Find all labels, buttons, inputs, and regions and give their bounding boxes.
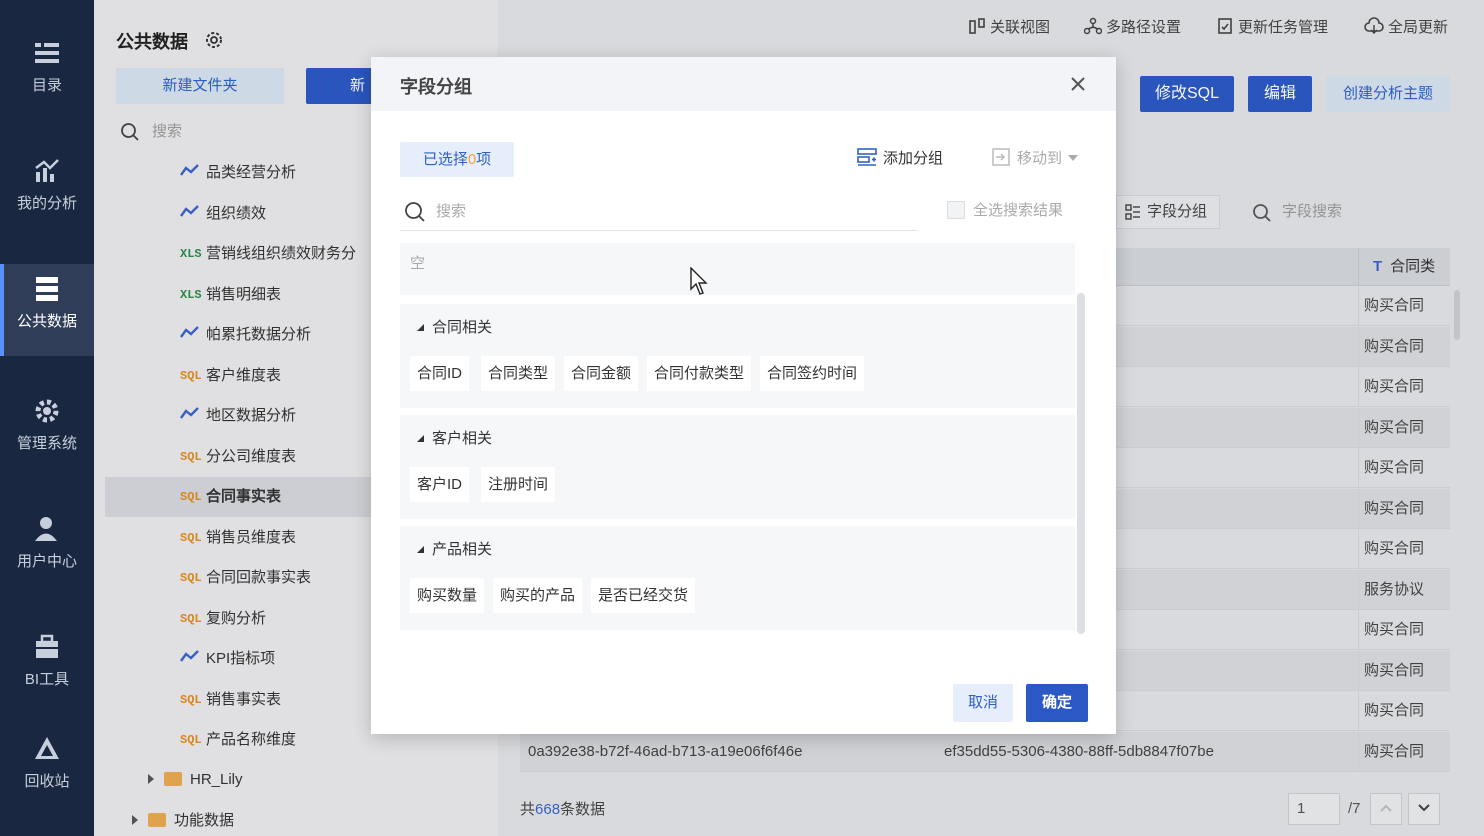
nav-catalog[interactable]: 目录 bbox=[0, 12, 94, 104]
selected-count-chip: 已选择0项 bbox=[400, 142, 514, 177]
field-chip[interactable]: 合同签约时间 bbox=[760, 356, 865, 391]
mouse-cursor-icon bbox=[690, 267, 708, 295]
dialog-search-input[interactable]: 搜索 bbox=[400, 195, 918, 231]
nav-label: 回收站 bbox=[24, 773, 70, 790]
toolbox-icon bbox=[36, 634, 58, 658]
nav-label: 管理系统 bbox=[16, 435, 77, 452]
collapse-caret-icon[interactable] bbox=[417, 546, 424, 553]
search-icon bbox=[405, 202, 425, 222]
field-chip[interactable]: 合同类型 bbox=[481, 356, 556, 391]
nav-label: BI工具 bbox=[24, 671, 70, 688]
field-chip[interactable]: 购买的产品 bbox=[493, 578, 583, 613]
field-group[interactable]: 客户相关客户ID 注册时间 bbox=[400, 415, 1075, 519]
catalog-icon bbox=[35, 43, 59, 63]
nav-bi-tools[interactable]: BI工具 bbox=[0, 606, 94, 698]
nav-my-analysis[interactable]: 我的分析 bbox=[0, 130, 94, 222]
confirm-button[interactable]: 确定 bbox=[1026, 684, 1088, 722]
cancel-button[interactable]: 取消 bbox=[953, 684, 1013, 722]
field-chip[interactable]: 注册时间 bbox=[481, 467, 556, 502]
field-chip[interactable]: 客户ID bbox=[410, 467, 470, 502]
dialog-title: 字段分组 bbox=[400, 77, 472, 97]
field-group[interactable]: 产品相关购买数量 购买的产品 是否已经交货 bbox=[400, 526, 1075, 630]
dialog-scrollbar[interactable] bbox=[1077, 293, 1085, 634]
analysis-icon bbox=[35, 159, 59, 182]
dialog-header: 字段分组 bbox=[371, 57, 1116, 111]
select-all-checkbox[interactable]: 全选搜索结果 bbox=[947, 200, 1063, 222]
public-data-icon bbox=[36, 277, 58, 301]
field-chip[interactable]: 合同金额 bbox=[564, 356, 639, 391]
move-to-dropdown[interactable]: 移动到 bbox=[991, 147, 1079, 168]
group-title[interactable]: 客户相关 bbox=[417, 427, 492, 448]
nav-user-center[interactable]: 用户中心 bbox=[0, 488, 94, 580]
collapse-caret-icon[interactable] bbox=[417, 435, 424, 442]
management-gear-icon bbox=[35, 399, 59, 423]
left-nav: 目录 我的分析 公共数据 管理系统 用户中心 BI工具 回收站 bbox=[0, 0, 94, 836]
move-to-icon bbox=[992, 148, 1010, 166]
recycle-icon bbox=[35, 737, 59, 759]
add-group-button[interactable]: 添加分组 bbox=[857, 147, 943, 168]
field-chip[interactable]: 购买数量 bbox=[410, 578, 485, 613]
field-group-dialog: 字段分组 已选择0项 添加分组 移动到 搜索 全选搜索结果 空 合同相关合同ID… bbox=[371, 57, 1116, 734]
nav-label: 用户中心 bbox=[16, 553, 77, 570]
checkbox[interactable] bbox=[947, 201, 965, 219]
nav-label: 目录 bbox=[31, 77, 62, 94]
nav-recycle[interactable]: 回收站 bbox=[0, 708, 94, 800]
nav-public-data[interactable]: 公共数据 bbox=[0, 264, 94, 356]
add-group-icon bbox=[857, 148, 877, 166]
caret-down-icon bbox=[1068, 155, 1079, 161]
group-title[interactable]: 产品相关 bbox=[417, 538, 492, 559]
field-chip[interactable]: 合同ID bbox=[410, 356, 470, 391]
nav-label: 公共数据 bbox=[16, 313, 77, 330]
ungrouped-empty-area: 空 bbox=[400, 243, 1075, 295]
field-chip[interactable]: 合同付款类型 bbox=[647, 356, 752, 391]
close-icon[interactable] bbox=[1066, 72, 1090, 96]
field-chip[interactable]: 是否已经交货 bbox=[591, 578, 696, 613]
field-group[interactable]: 合同相关合同ID 合同类型 合同金额 合同付款类型 合同签约时间 bbox=[400, 304, 1075, 408]
group-title[interactable]: 合同相关 bbox=[417, 316, 492, 337]
nav-label: 我的分析 bbox=[16, 195, 77, 212]
user-icon bbox=[35, 517, 57, 541]
collapse-caret-icon[interactable] bbox=[417, 324, 424, 331]
scroll-thumb[interactable] bbox=[1077, 293, 1085, 634]
nav-management[interactable]: 管理系统 bbox=[0, 370, 94, 462]
